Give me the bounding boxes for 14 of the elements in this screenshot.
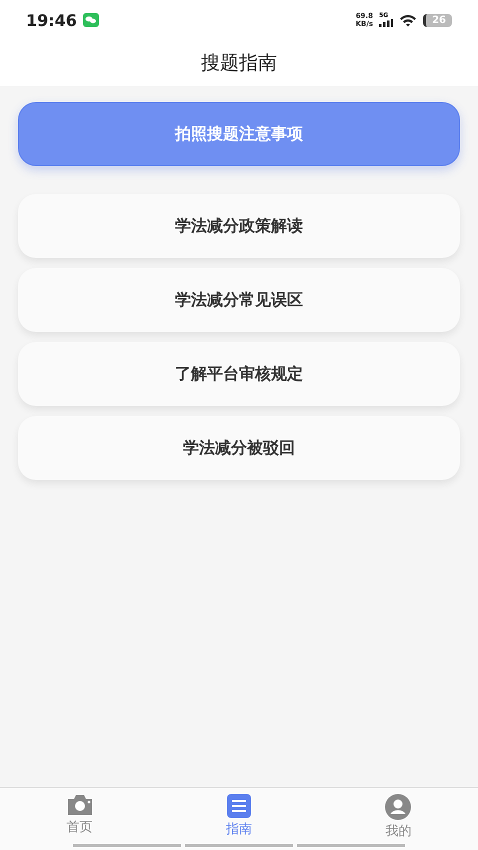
guide-item[interactable]: 了解平台审核规定 bbox=[18, 342, 460, 406]
guide-item[interactable]: 学法减分被驳回 bbox=[18, 416, 460, 480]
camera-icon bbox=[66, 794, 94, 816]
signal-icon bbox=[379, 19, 394, 27]
list-icon bbox=[226, 794, 251, 818]
chat-app-icon bbox=[82, 13, 99, 27]
battery-indicator: 26 bbox=[423, 14, 452, 26]
status-time: 19:46 bbox=[26, 10, 77, 30]
wifi-icon bbox=[399, 14, 418, 26]
nav-tab[interactable]: 指南 bbox=[159, 794, 319, 844]
guide-item[interactable]: 学法减分政策解读 bbox=[18, 194, 460, 258]
guide-item[interactable]: 学法减分常见误区 bbox=[18, 268, 460, 332]
page-title: 搜题指南 bbox=[201, 51, 277, 76]
user-icon bbox=[385, 794, 412, 820]
